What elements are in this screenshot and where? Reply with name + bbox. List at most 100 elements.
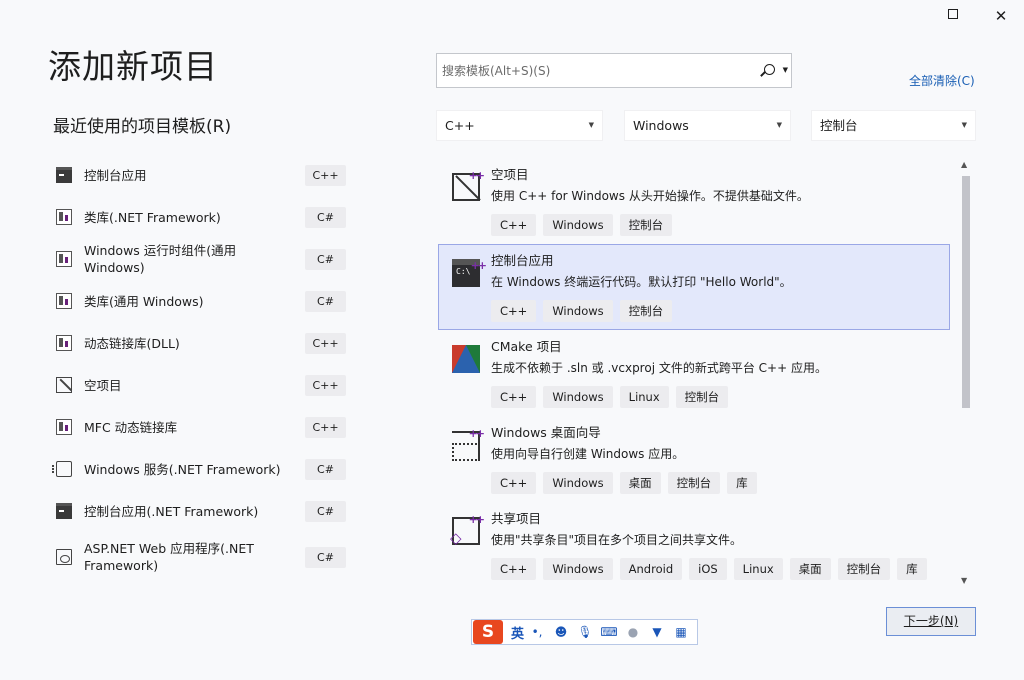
language-badge: C# <box>305 207 346 228</box>
template-item[interactable]: ++ Windows 桌面向导 使用向导自行创建 Windows 应用。 C++ Win… <box>438 416 950 502</box>
template-description: 生成不依赖于 .sln 或 .vcxproj 文件的新式跨平台 C++ 应用。 <box>491 361 827 375</box>
template-tag: Linux <box>619 386 669 408</box>
cpp-sparkle-icon: ++ <box>468 169 486 182</box>
template-tag: 库 <box>897 558 927 580</box>
ime-toolbar: S 英 •, ☻ 🎙︎ ⌨︎ ● ▼ ▦ <box>471 619 698 645</box>
template-item[interactable]: ++ 共享项目使用"共享条目"项目在多个项目之间共享文件。 C++ Windows An… <box>438 502 950 580</box>
recent-template-label: Windows 运行时组件(通用 Windows) <box>84 243 237 275</box>
recent-template-item[interactable]: 类库(.NET Framework) C# <box>52 196 352 238</box>
skin-icon[interactable]: ▼ <box>646 623 668 641</box>
scroll-down-icon[interactable]: ▼ <box>961 576 967 585</box>
template-tag: C++ <box>491 386 537 408</box>
template-title: 空项目 <box>491 167 529 182</box>
class-library-icon <box>56 419 72 435</box>
platform-filter-value: Windows <box>633 118 689 133</box>
recent-template-item[interactable]: MFC 动态链接库 C++ <box>52 406 352 448</box>
emoji-icon[interactable]: ☻ <box>550 623 572 641</box>
recent-template-label: 类库(.NET Framework) <box>84 209 221 225</box>
search-box[interactable]: ▼ <box>436 53 792 88</box>
toolbox-icon[interactable]: ▦ <box>670 623 692 641</box>
language-badge: C# <box>305 291 346 312</box>
template-tags: C++ Windows Linux 控制台 <box>491 386 949 408</box>
template-tag: Windows <box>543 386 613 408</box>
chevron-down-icon: ▼ <box>961 121 967 129</box>
template-description: 使用向导自行创建 Windows 应用。 <box>491 447 685 461</box>
recent-templates-list: 控制台应用 C++ 类库(.NET Framework) C# Windows 运行时组… <box>52 154 352 582</box>
recent-template-item[interactable]: 类库(通用 Windows) C# <box>52 280 352 322</box>
cpp-sparkle-icon: ++ <box>470 259 488 272</box>
template-tag: 控制台 <box>619 214 673 236</box>
recent-template-item[interactable]: 控制台应用(.NET Framework) C# <box>52 490 352 532</box>
desktop-wizard-icon: ++ <box>452 427 485 461</box>
console-icon <box>56 167 72 183</box>
template-tag: Windows <box>543 558 613 580</box>
shared-project-icon: ++ <box>450 513 485 547</box>
search-icon[interactable] <box>764 64 775 75</box>
template-tag: Windows <box>543 300 613 322</box>
close-icon: ✕ <box>994 7 1008 25</box>
class-library-icon <box>56 251 72 267</box>
language-filter-value: C++ <box>445 118 475 133</box>
language-badge: C++ <box>305 417 346 438</box>
user-icon[interactable]: ● <box>622 623 644 641</box>
recent-template-label: 空项目 <box>84 377 122 393</box>
recent-templates-heading: 最近使用的项目模板(R) <box>53 117 232 137</box>
recent-template-item[interactable]: 控制台应用 C++ <box>52 154 352 196</box>
template-item[interactable]: ++ 空项目 使用 C++ for Windows 从头开始操作。不提供基础文件。 C… <box>438 158 950 244</box>
scroll-up-icon[interactable]: ▲ <box>961 160 967 169</box>
template-list-scrollbar[interactable]: ▲ ▼ <box>958 158 974 590</box>
chevron-down-icon: ▼ <box>588 121 594 129</box>
language-filter[interactable]: C++ ▼ <box>436 110 603 141</box>
template-tag: 桌面 <box>789 558 831 580</box>
project-type-filter[interactable]: 控制台 ▼ <box>811 110 976 141</box>
recent-template-item[interactable]: 空项目 C++ <box>52 364 352 406</box>
template-tag: C++ <box>491 558 537 580</box>
recent-template-item[interactable]: 动态链接库(DLL) C++ <box>52 322 352 364</box>
template-tag: C++ <box>491 300 537 322</box>
console-app-icon: ++ <box>452 259 487 287</box>
scrollbar-thumb[interactable] <box>962 176 970 408</box>
microphone-icon[interactable]: 🎙︎ <box>574 623 596 641</box>
template-tag: Windows <box>543 472 613 494</box>
recent-template-label: 控制台应用 <box>84 167 147 183</box>
keyboard-icon[interactable]: ⌨︎ <box>598 623 620 641</box>
next-button-accel: (N) <box>939 614 959 628</box>
ime-language-toggle[interactable]: 英 <box>511 623 524 642</box>
language-badge: C# <box>305 249 346 270</box>
template-tags: C++ Windows Android iOS Linux 桌面 控制台库 <box>491 558 949 580</box>
template-tag: 桌面 <box>619 472 661 494</box>
web-app-icon <box>56 549 72 565</box>
recent-template-item[interactable]: Windows 服务(.NET Framework) C# <box>52 448 352 490</box>
template-tag: Linux <box>733 558 783 580</box>
template-tag: 控制台 <box>837 558 891 580</box>
recent-template-label: 动态链接库(DLL) <box>84 335 180 351</box>
template-tag: 控制台 <box>675 386 729 408</box>
next-button[interactable]: 下一步(N) <box>886 607 976 636</box>
template-item[interactable]: ++控制台应用在 Windows 终端运行代码。默认打印 "Hello Worl… <box>438 244 950 330</box>
clear-all-link[interactable]: 全部清除(C) <box>909 72 975 89</box>
template-item[interactable]: CMake 项目 生成不依赖于 .sln 或 .vcxproj 文件的新式跨平台 … <box>438 330 950 416</box>
platform-filter[interactable]: Windows ▼ <box>624 110 791 141</box>
template-tags: C++ Windows 控制台 <box>491 300 949 322</box>
template-tag: C++ <box>491 472 537 494</box>
punctuation-icon[interactable]: •, <box>526 623 548 641</box>
maximize-button[interactable] <box>943 6 963 26</box>
template-description: 使用"共享条目"项目在多个项目之间共享文件。 <box>491 533 743 547</box>
language-badge: C++ <box>305 333 346 354</box>
recent-template-label: 控制台应用(.NET Framework) <box>84 503 259 519</box>
language-badge: C# <box>305 547 346 568</box>
ime-logo-icon[interactable]: S <box>473 620 503 644</box>
cpp-sparkle-icon: ++ <box>468 427 486 440</box>
search-input[interactable] <box>437 54 737 87</box>
recent-template-item[interactable]: Windows 运行时组件(通用 Windows) C# <box>52 238 352 280</box>
console-icon <box>56 503 72 519</box>
close-button[interactable]: ✕ <box>991 6 1011 26</box>
chevron-down-icon[interactable]: ▼ <box>783 66 788 74</box>
class-library-icon <box>56 209 72 225</box>
maximize-icon <box>948 9 958 19</box>
recent-template-item[interactable]: ASP.NET Web 应用程序(.NET Framework) C# <box>52 532 352 582</box>
template-description: 使用 C++ for Windows 从头开始操作。不提供基础文件。 <box>491 189 809 203</box>
page-title: 添加新项目 <box>48 47 218 86</box>
class-library-icon <box>56 293 72 309</box>
template-tags: C++ Windows 桌面 控制台库 <box>491 472 949 494</box>
